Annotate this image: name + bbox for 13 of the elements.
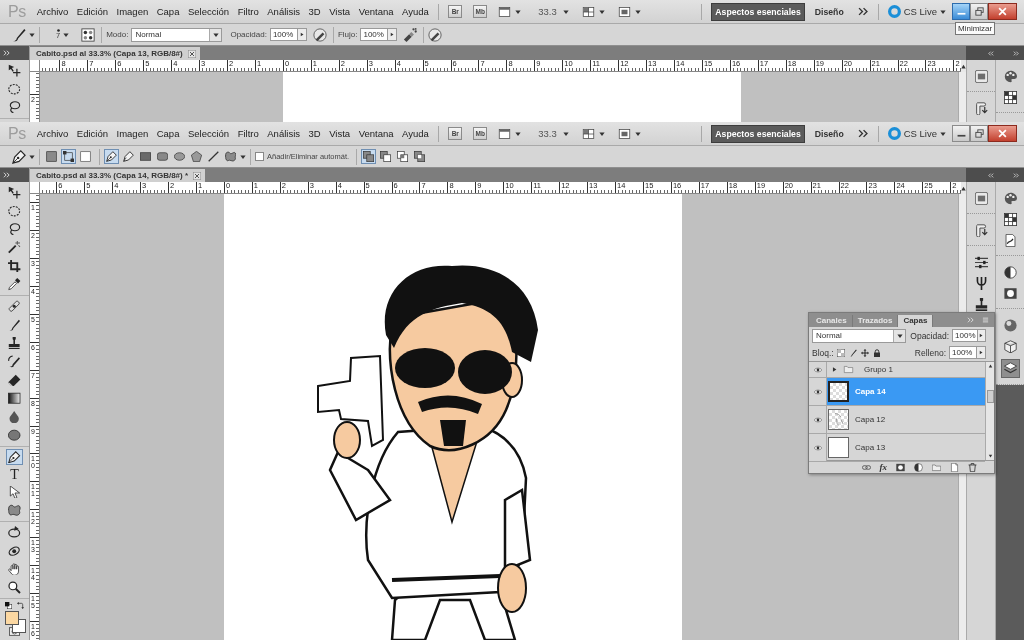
lock-label: Bloq.: [812,347,834,358]
fill-label: Relleno: [914,347,946,358]
layer-name: Capa 14 [855,387,886,396]
layer-name: Capa 13 [855,443,886,452]
opacity-label: Opacidad: [230,30,267,39]
tooltip: Minimizar [955,22,996,35]
layer-name: Capa 12 [855,415,886,424]
opacity-label: Opacidad: [910,330,950,341]
app-logo: Ps [8,124,26,143]
layer-name: Grupo 1 [864,365,893,374]
mode-label: Modo: [106,30,129,39]
flow-label: Flujo: [337,30,358,39]
app-logo: Ps [8,2,26,21]
